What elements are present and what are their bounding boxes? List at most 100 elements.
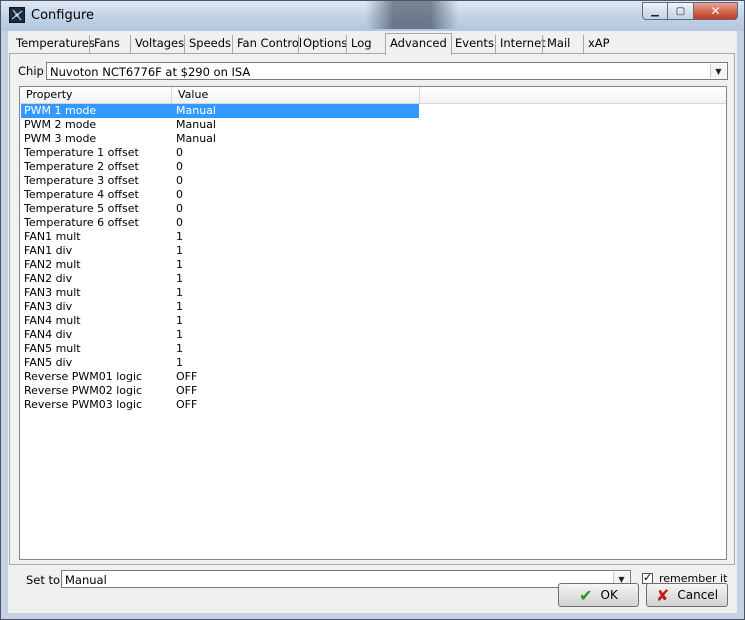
title-bar[interactable]: Configure ▁ ▢ ✕ xyxy=(1,1,744,31)
property-list-header: Property Value xyxy=(20,87,726,104)
row-value: 1 xyxy=(176,300,183,313)
row-property: FAN3 div xyxy=(24,300,73,313)
table-row[interactable]: FAN2 mult 1 xyxy=(20,258,726,272)
table-row[interactable]: Reverse PWM02 logic OFF xyxy=(20,384,726,398)
row-value: 1 xyxy=(176,314,183,327)
chip-label: Chip xyxy=(18,64,44,78)
row-property: FAN1 mult xyxy=(24,230,81,243)
minimize-button[interactable]: ▁ xyxy=(642,2,668,20)
row-value: 0 xyxy=(176,146,183,159)
table-row[interactable]: Temperature 6 offset 0 xyxy=(20,216,726,230)
set-to-select[interactable]: Manual ▼ xyxy=(61,570,631,588)
row-property: PWM 3 mode xyxy=(24,132,97,145)
row-value: Manual xyxy=(176,104,216,117)
table-row[interactable]: Reverse PWM01 logic OFF xyxy=(20,370,726,384)
table-row[interactable]: FAN2 div 1 xyxy=(20,272,726,286)
set-to-label: Set to xyxy=(26,573,61,587)
app-icon[interactable] xyxy=(9,7,25,23)
chip-select-dropdown-button[interactable]: ▼ xyxy=(710,64,726,78)
row-property: FAN4 div xyxy=(24,328,73,341)
row-value: 0 xyxy=(176,202,183,215)
dialog-client: Temperatures Fans Voltages Speeds Fan Co… xyxy=(8,31,737,613)
chevron-down-icon: ▼ xyxy=(715,66,722,76)
tab-voltages[interactable]: Voltages xyxy=(130,35,188,53)
tab-speeds[interactable]: Speeds xyxy=(184,35,235,53)
row-value: OFF xyxy=(176,384,198,397)
row-property: Temperature 1 offset xyxy=(24,146,139,159)
ok-button-label: OK xyxy=(600,588,618,602)
minimize-icon: ▁ xyxy=(651,5,659,17)
table-row[interactable]: PWM 1 mode Manual xyxy=(20,104,726,118)
row-property: FAN2 div xyxy=(24,272,73,285)
table-row[interactable]: FAN3 mult 1 xyxy=(20,286,726,300)
table-row[interactable]: FAN5 div 1 xyxy=(20,356,726,370)
row-property: PWM 1 mode xyxy=(24,104,97,117)
tab-strip: Temperatures Fans Voltages Speeds Fan Co… xyxy=(8,33,737,55)
table-row[interactable]: Temperature 1 offset 0 xyxy=(20,146,726,160)
row-value: 0 xyxy=(176,188,183,201)
maximize-button[interactable]: ▢ xyxy=(668,2,694,20)
set-to-select-value: Manual xyxy=(65,573,107,587)
close-button[interactable]: ✕ xyxy=(694,2,738,20)
table-row[interactable]: FAN1 div 1 xyxy=(20,244,726,258)
tab-events[interactable]: Events xyxy=(450,35,498,53)
column-header-property[interactable]: Property xyxy=(20,87,172,103)
table-row[interactable]: PWM 3 mode Manual xyxy=(20,132,726,146)
table-row[interactable]: Reverse PWM03 logic OFF xyxy=(20,398,726,412)
table-row[interactable]: FAN1 mult 1 xyxy=(20,230,726,244)
row-property: FAN5 div xyxy=(24,356,73,369)
tab-fan-control[interactable]: Fan Control xyxy=(232,35,306,53)
table-row[interactable]: Temperature 3 offset 0 xyxy=(20,174,726,188)
table-row[interactable]: FAN3 div 1 xyxy=(20,300,726,314)
table-row[interactable]: FAN4 mult 1 xyxy=(20,314,726,328)
row-value: 1 xyxy=(176,328,183,341)
tab-temperatures[interactable]: Temperatures xyxy=(12,35,99,53)
tab-mail[interactable]: Mail xyxy=(542,35,574,53)
tab-log[interactable]: Log xyxy=(346,35,376,53)
row-property: FAN3 mult xyxy=(24,286,81,299)
table-row[interactable]: Temperature 5 offset 0 xyxy=(20,202,726,216)
row-value: Manual xyxy=(176,118,216,131)
tab-options[interactable]: Options xyxy=(298,35,351,53)
row-value: 1 xyxy=(176,258,183,271)
row-property: Temperature 2 offset xyxy=(24,160,139,173)
title-bar-glass xyxy=(366,1,458,29)
row-property: Reverse PWM01 logic xyxy=(24,370,143,383)
row-value: 1 xyxy=(176,356,183,369)
row-property: FAN4 mult xyxy=(24,314,81,327)
row-value: 1 xyxy=(176,286,183,299)
column-header-value[interactable]: Value xyxy=(172,87,420,103)
property-rows: PWM 1 mode Manual PWM 2 mode Manual PWM 3 mo… xyxy=(20,104,726,412)
row-property: Temperature 3 offset xyxy=(24,174,139,187)
table-row[interactable]: Temperature 4 offset 0 xyxy=(20,188,726,202)
row-value: 1 xyxy=(176,244,183,257)
row-property: Reverse PWM02 logic xyxy=(24,384,143,397)
property-list[interactable]: Property Value PWM 1 mode Manual PWM 2 mod… xyxy=(19,86,727,560)
tab-xap[interactable]: xAP xyxy=(583,35,625,53)
row-value: 1 xyxy=(176,272,183,285)
tab-fans[interactable]: Fans xyxy=(89,35,124,53)
row-property: Temperature 6 offset xyxy=(24,216,139,229)
cancel-button-label: Cancel xyxy=(677,588,719,602)
row-property: Temperature 5 offset xyxy=(24,202,139,215)
row-value: 0 xyxy=(176,174,183,187)
table-row[interactable]: FAN4 div 1 xyxy=(20,328,726,342)
close-icon: ✕ xyxy=(710,4,721,18)
table-row[interactable]: Temperature 2 offset 0 xyxy=(20,160,726,174)
chip-select[interactable]: Nuvoton NCT6776F at $290 on ISA ▼ xyxy=(46,62,728,80)
ok-button[interactable]: ✔ OK xyxy=(558,583,639,607)
row-value: OFF xyxy=(176,370,198,383)
row-property: PWM 2 mode xyxy=(24,118,97,131)
row-value: Manual xyxy=(176,132,216,145)
row-property: Reverse PWM03 logic xyxy=(24,398,143,411)
table-row[interactable]: PWM 2 mode Manual xyxy=(20,118,726,132)
caption-buttons: ▁ ▢ ✕ xyxy=(642,2,738,20)
window-title: Configure xyxy=(31,8,95,23)
row-value: 0 xyxy=(176,160,183,173)
advanced-tab-panel: Chip Nuvoton NCT6776F at $290 on ISA ▼ P… xyxy=(9,53,735,588)
tab-advanced[interactable]: Advanced xyxy=(385,33,452,55)
row-value: OFF xyxy=(176,398,198,411)
table-row[interactable]: FAN5 mult 1 xyxy=(20,342,726,356)
cancel-button[interactable]: ✘ Cancel xyxy=(646,583,728,607)
configure-window: Configure ▁ ▢ ✕ Temperatures Fans Voltag… xyxy=(0,0,745,620)
